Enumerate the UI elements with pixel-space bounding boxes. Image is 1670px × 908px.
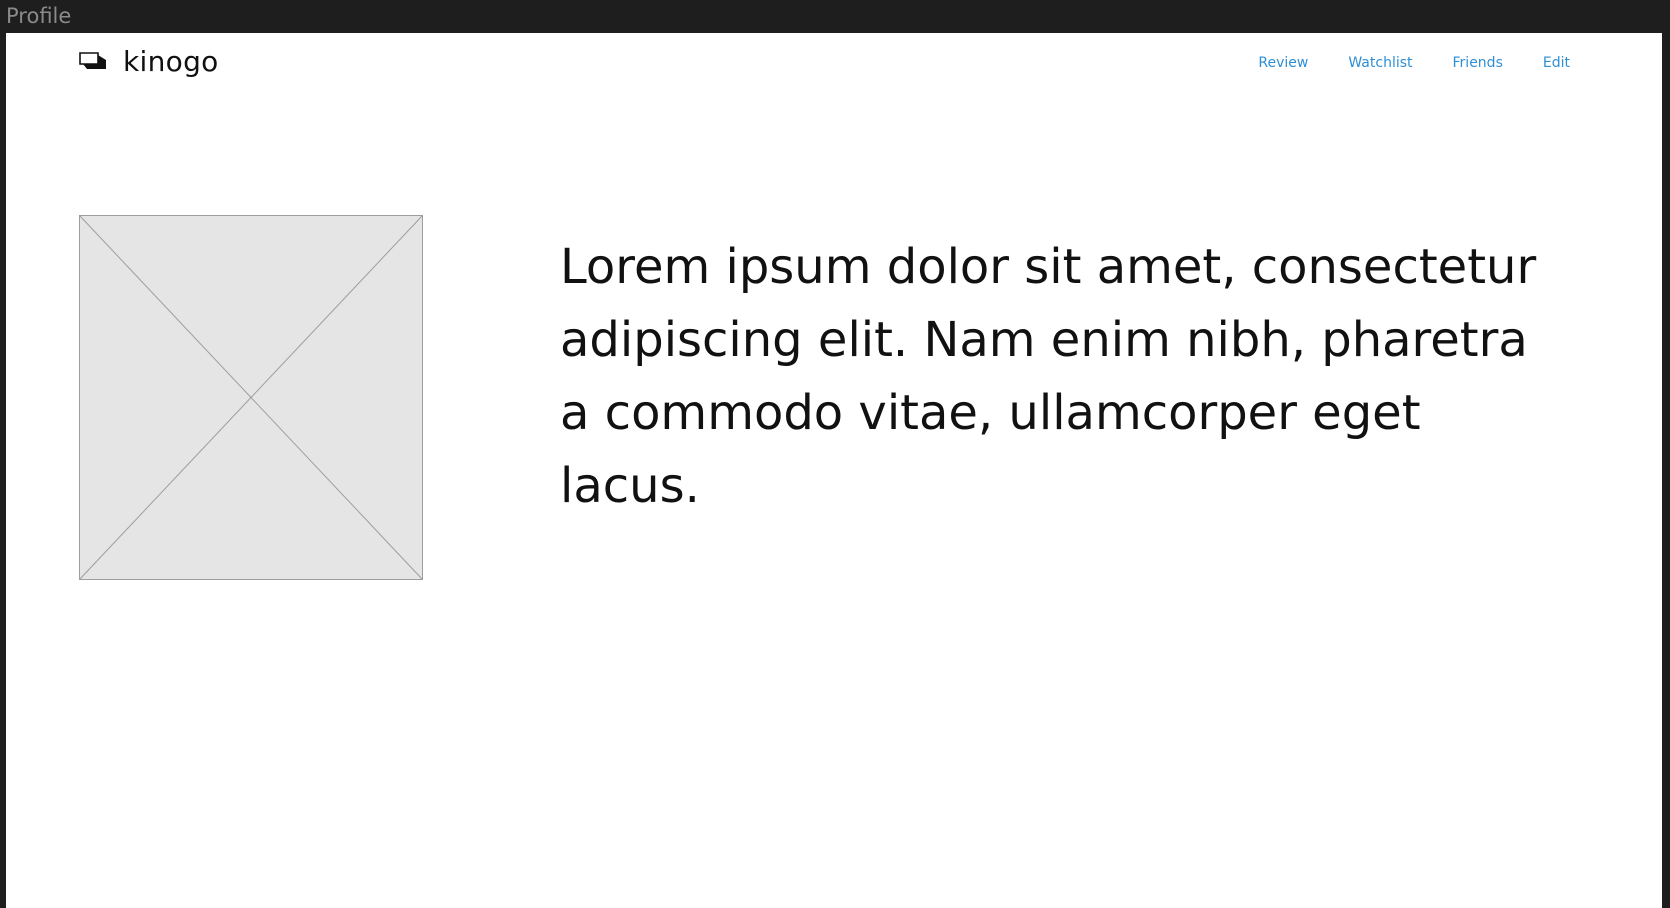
profile-intro-text: Lorem ipsum dolor sit amet, consectetur …	[560, 239, 1537, 514]
nav-link-watchlist[interactable]: Watchlist	[1348, 50, 1412, 76]
nav-link-review[interactable]: Review	[1258, 50, 1308, 76]
frame-title: Profile	[6, 4, 72, 28]
top-nav: Review Watchlist Friends Edit	[1218, 50, 1570, 76]
logo-icon	[79, 52, 106, 69]
nav-link-friends[interactable]: Friends	[1453, 50, 1503, 76]
nav-link-edit[interactable]: Edit	[1543, 50, 1570, 76]
brand-logo[interactable]: kinogo	[79, 43, 219, 79]
image-placeholder-icon	[79, 215, 423, 580]
profile-image-placeholder	[79, 215, 423, 580]
page-frame: kinogo Review Watchlist Friends Edit Lor…	[6, 33, 1662, 908]
brand-name: kinogo	[123, 44, 219, 78]
